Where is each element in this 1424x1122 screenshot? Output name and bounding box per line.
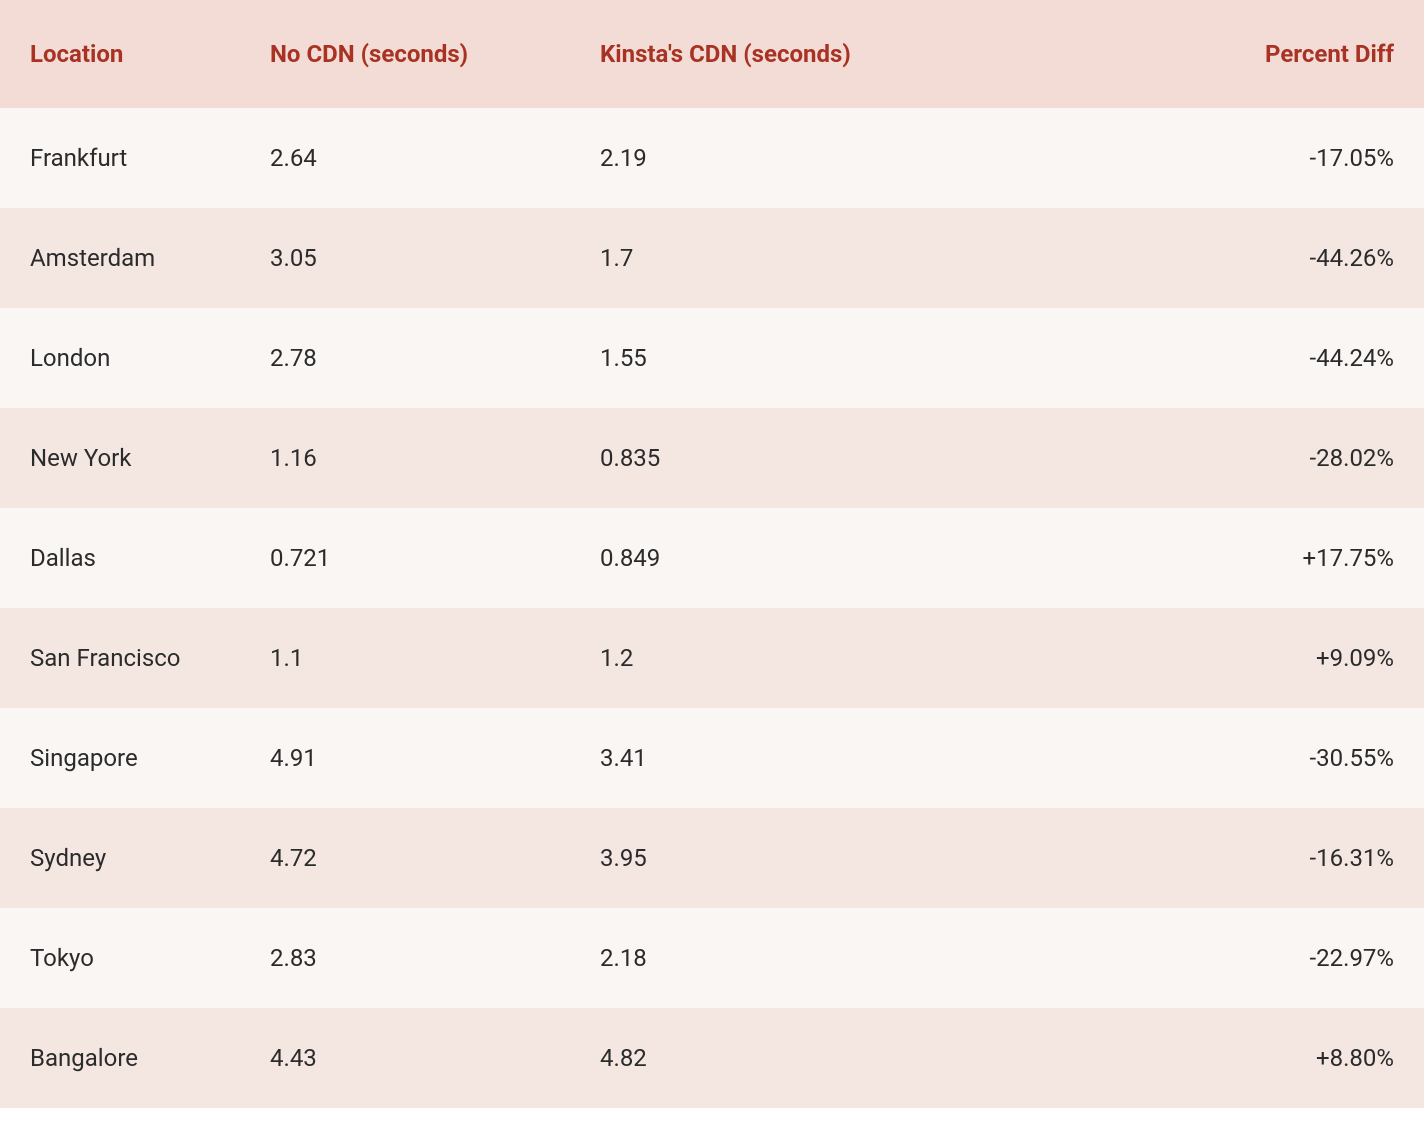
- table-row: Frankfurt2.642.19-17.05%: [0, 108, 1424, 208]
- cell-percent-diff: -30.55%: [1000, 708, 1424, 808]
- cell-location: Frankfurt: [0, 108, 240, 208]
- table-row: Singapore4.913.41-30.55%: [0, 708, 1424, 808]
- header-location: Location: [0, 0, 240, 108]
- table-row: London2.781.55-44.24%: [0, 308, 1424, 408]
- header-percent-diff: Percent Diff: [1000, 0, 1424, 108]
- cell-percent-diff: -22.97%: [1000, 908, 1424, 1008]
- cell-percent-diff: +17.75%: [1000, 508, 1424, 608]
- cell-location: San Francisco: [0, 608, 240, 708]
- cell-kinsta-cdn: 1.2: [570, 608, 1000, 708]
- cell-no-cdn: 1.16: [240, 408, 570, 508]
- cell-no-cdn: 4.72: [240, 808, 570, 908]
- cell-location: New York: [0, 408, 240, 508]
- cell-no-cdn: 2.64: [240, 108, 570, 208]
- cell-no-cdn: 4.91: [240, 708, 570, 808]
- cell-no-cdn: 2.83: [240, 908, 570, 1008]
- cell-location: Tokyo: [0, 908, 240, 1008]
- cell-percent-diff: -17.05%: [1000, 108, 1424, 208]
- cdn-performance-table: Location No CDN (seconds) Kinsta's CDN (…: [0, 0, 1424, 1108]
- cell-percent-diff: -16.31%: [1000, 808, 1424, 908]
- cell-no-cdn: 1.1: [240, 608, 570, 708]
- cell-kinsta-cdn: 0.835: [570, 408, 1000, 508]
- cell-kinsta-cdn: 3.95: [570, 808, 1000, 908]
- cell-kinsta-cdn: 0.849: [570, 508, 1000, 608]
- table-row: Amsterdam3.051.7-44.26%: [0, 208, 1424, 308]
- cell-location: Singapore: [0, 708, 240, 808]
- table-row: New York1.160.835-28.02%: [0, 408, 1424, 508]
- header-kinsta-cdn: Kinsta's CDN (seconds): [570, 0, 1000, 108]
- table-row: San Francisco1.11.2+9.09%: [0, 608, 1424, 708]
- table-row: Sydney4.723.95-16.31%: [0, 808, 1424, 908]
- cell-kinsta-cdn: 1.7: [570, 208, 1000, 308]
- cell-percent-diff: -28.02%: [1000, 408, 1424, 508]
- cell-kinsta-cdn: 4.82: [570, 1008, 1000, 1108]
- cell-location: Sydney: [0, 808, 240, 908]
- cell-kinsta-cdn: 1.55: [570, 308, 1000, 408]
- cell-no-cdn: 2.78: [240, 308, 570, 408]
- cell-no-cdn: 3.05: [240, 208, 570, 308]
- table-header-row: Location No CDN (seconds) Kinsta's CDN (…: [0, 0, 1424, 108]
- table-row: Bangalore4.434.82+8.80%: [0, 1008, 1424, 1108]
- cell-kinsta-cdn: 2.19: [570, 108, 1000, 208]
- table-row: Dallas0.7210.849+17.75%: [0, 508, 1424, 608]
- header-no-cdn: No CDN (seconds): [240, 0, 570, 108]
- cell-percent-diff: +9.09%: [1000, 608, 1424, 708]
- cell-no-cdn: 0.721: [240, 508, 570, 608]
- cell-location: London: [0, 308, 240, 408]
- cell-location: Amsterdam: [0, 208, 240, 308]
- cell-location: Bangalore: [0, 1008, 240, 1108]
- cell-percent-diff: -44.26%: [1000, 208, 1424, 308]
- cell-no-cdn: 4.43: [240, 1008, 570, 1108]
- table-body: Frankfurt2.642.19-17.05%Amsterdam3.051.7…: [0, 108, 1424, 1108]
- cell-kinsta-cdn: 3.41: [570, 708, 1000, 808]
- cell-percent-diff: +8.80%: [1000, 1008, 1424, 1108]
- cell-kinsta-cdn: 2.18: [570, 908, 1000, 1008]
- cell-location: Dallas: [0, 508, 240, 608]
- table-row: Tokyo2.832.18-22.97%: [0, 908, 1424, 1008]
- cell-percent-diff: -44.24%: [1000, 308, 1424, 408]
